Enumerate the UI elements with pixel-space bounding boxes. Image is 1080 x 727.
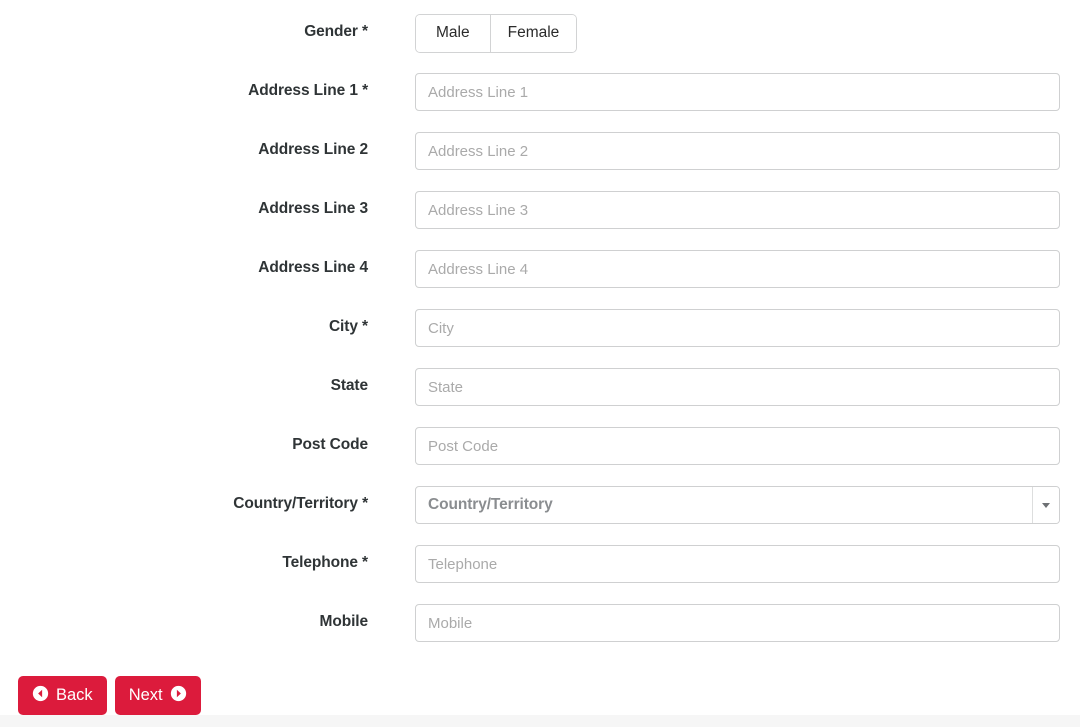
next-button[interactable]: Next (114, 676, 201, 715)
mobile-field (368, 604, 1080, 642)
country-select[interactable]: Country/Territory (415, 486, 1060, 524)
form-row-address-line-2: Address Line 2 (0, 132, 1080, 191)
address-form-page: Gender * Male Female Address Line 1 * Ad… (0, 0, 1080, 727)
address-line-2-input[interactable] (415, 132, 1060, 170)
city-label: City * (328, 318, 368, 335)
form-row-address-line-3: Address Line 3 (0, 191, 1080, 250)
circle-chevron-right-icon (170, 685, 187, 706)
form-row-gender: Gender * Male Female (0, 14, 1080, 73)
telephone-input[interactable] (415, 545, 1060, 583)
circle-chevron-left-icon (32, 685, 49, 706)
address-line-3-label: Address Line 3 (258, 200, 368, 217)
post-code-input[interactable] (415, 427, 1060, 465)
address-line-4-field (368, 250, 1080, 288)
address-line-4-label: Address Line 4 (258, 259, 368, 276)
address-line-1-label: Address Line 1 * (248, 82, 368, 99)
back-button-label: Back (56, 686, 93, 705)
form-row-post-code: Post Code (0, 427, 1080, 486)
form-row-mobile: Mobile (0, 604, 1080, 663)
mobile-input[interactable] (415, 604, 1060, 642)
form-row-country: Country/Territory * Country/Territory (0, 486, 1080, 545)
country-label: Country/Territory * (233, 495, 368, 512)
post-code-field (368, 427, 1080, 465)
gender-option-female[interactable]: Female (489, 15, 577, 52)
back-button[interactable]: Back (18, 676, 107, 715)
gender-field: Male Female (368, 14, 1080, 53)
address-line-4-input[interactable] (415, 250, 1060, 288)
next-button-label: Next (128, 686, 163, 705)
address-line-3-field (368, 191, 1080, 229)
chevron-down-icon (1042, 502, 1050, 508)
city-field (368, 309, 1080, 347)
gender-label: Gender * (304, 23, 368, 40)
state-input[interactable] (415, 368, 1060, 406)
city-input[interactable] (415, 309, 1060, 347)
address-line-1-input[interactable] (415, 73, 1060, 111)
state-field (368, 368, 1080, 406)
form-row-address-line-4: Address Line 4 (0, 250, 1080, 309)
post-code-label: Post Code (292, 436, 368, 453)
form-row-state: State (0, 368, 1080, 427)
address-form: Gender * Male Female Address Line 1 * Ad… (0, 14, 1080, 663)
form-row-city: City * (0, 309, 1080, 368)
state-label: State (330, 377, 369, 394)
footer-strip (0, 715, 1080, 727)
form-navigation: Back Next (18, 676, 201, 715)
form-row-telephone: Telephone * (0, 545, 1080, 604)
address-line-1-field (368, 73, 1080, 111)
gender-option-male[interactable]: Male (416, 15, 490, 52)
telephone-label: Telephone * (282, 554, 368, 571)
country-selected-value[interactable]: Country/Territory (416, 487, 1032, 523)
address-line-2-label: Address Line 2 (258, 141, 368, 158)
country-field: Country/Territory (368, 486, 1080, 524)
address-line-2-field (368, 132, 1080, 170)
gender-button-group[interactable]: Male Female (415, 14, 578, 53)
country-dropdown-toggle[interactable] (1032, 487, 1059, 523)
telephone-field (368, 545, 1080, 583)
mobile-label: Mobile (319, 613, 369, 630)
address-line-3-input[interactable] (415, 191, 1060, 229)
form-row-address-line-1: Address Line 1 * (0, 73, 1080, 132)
